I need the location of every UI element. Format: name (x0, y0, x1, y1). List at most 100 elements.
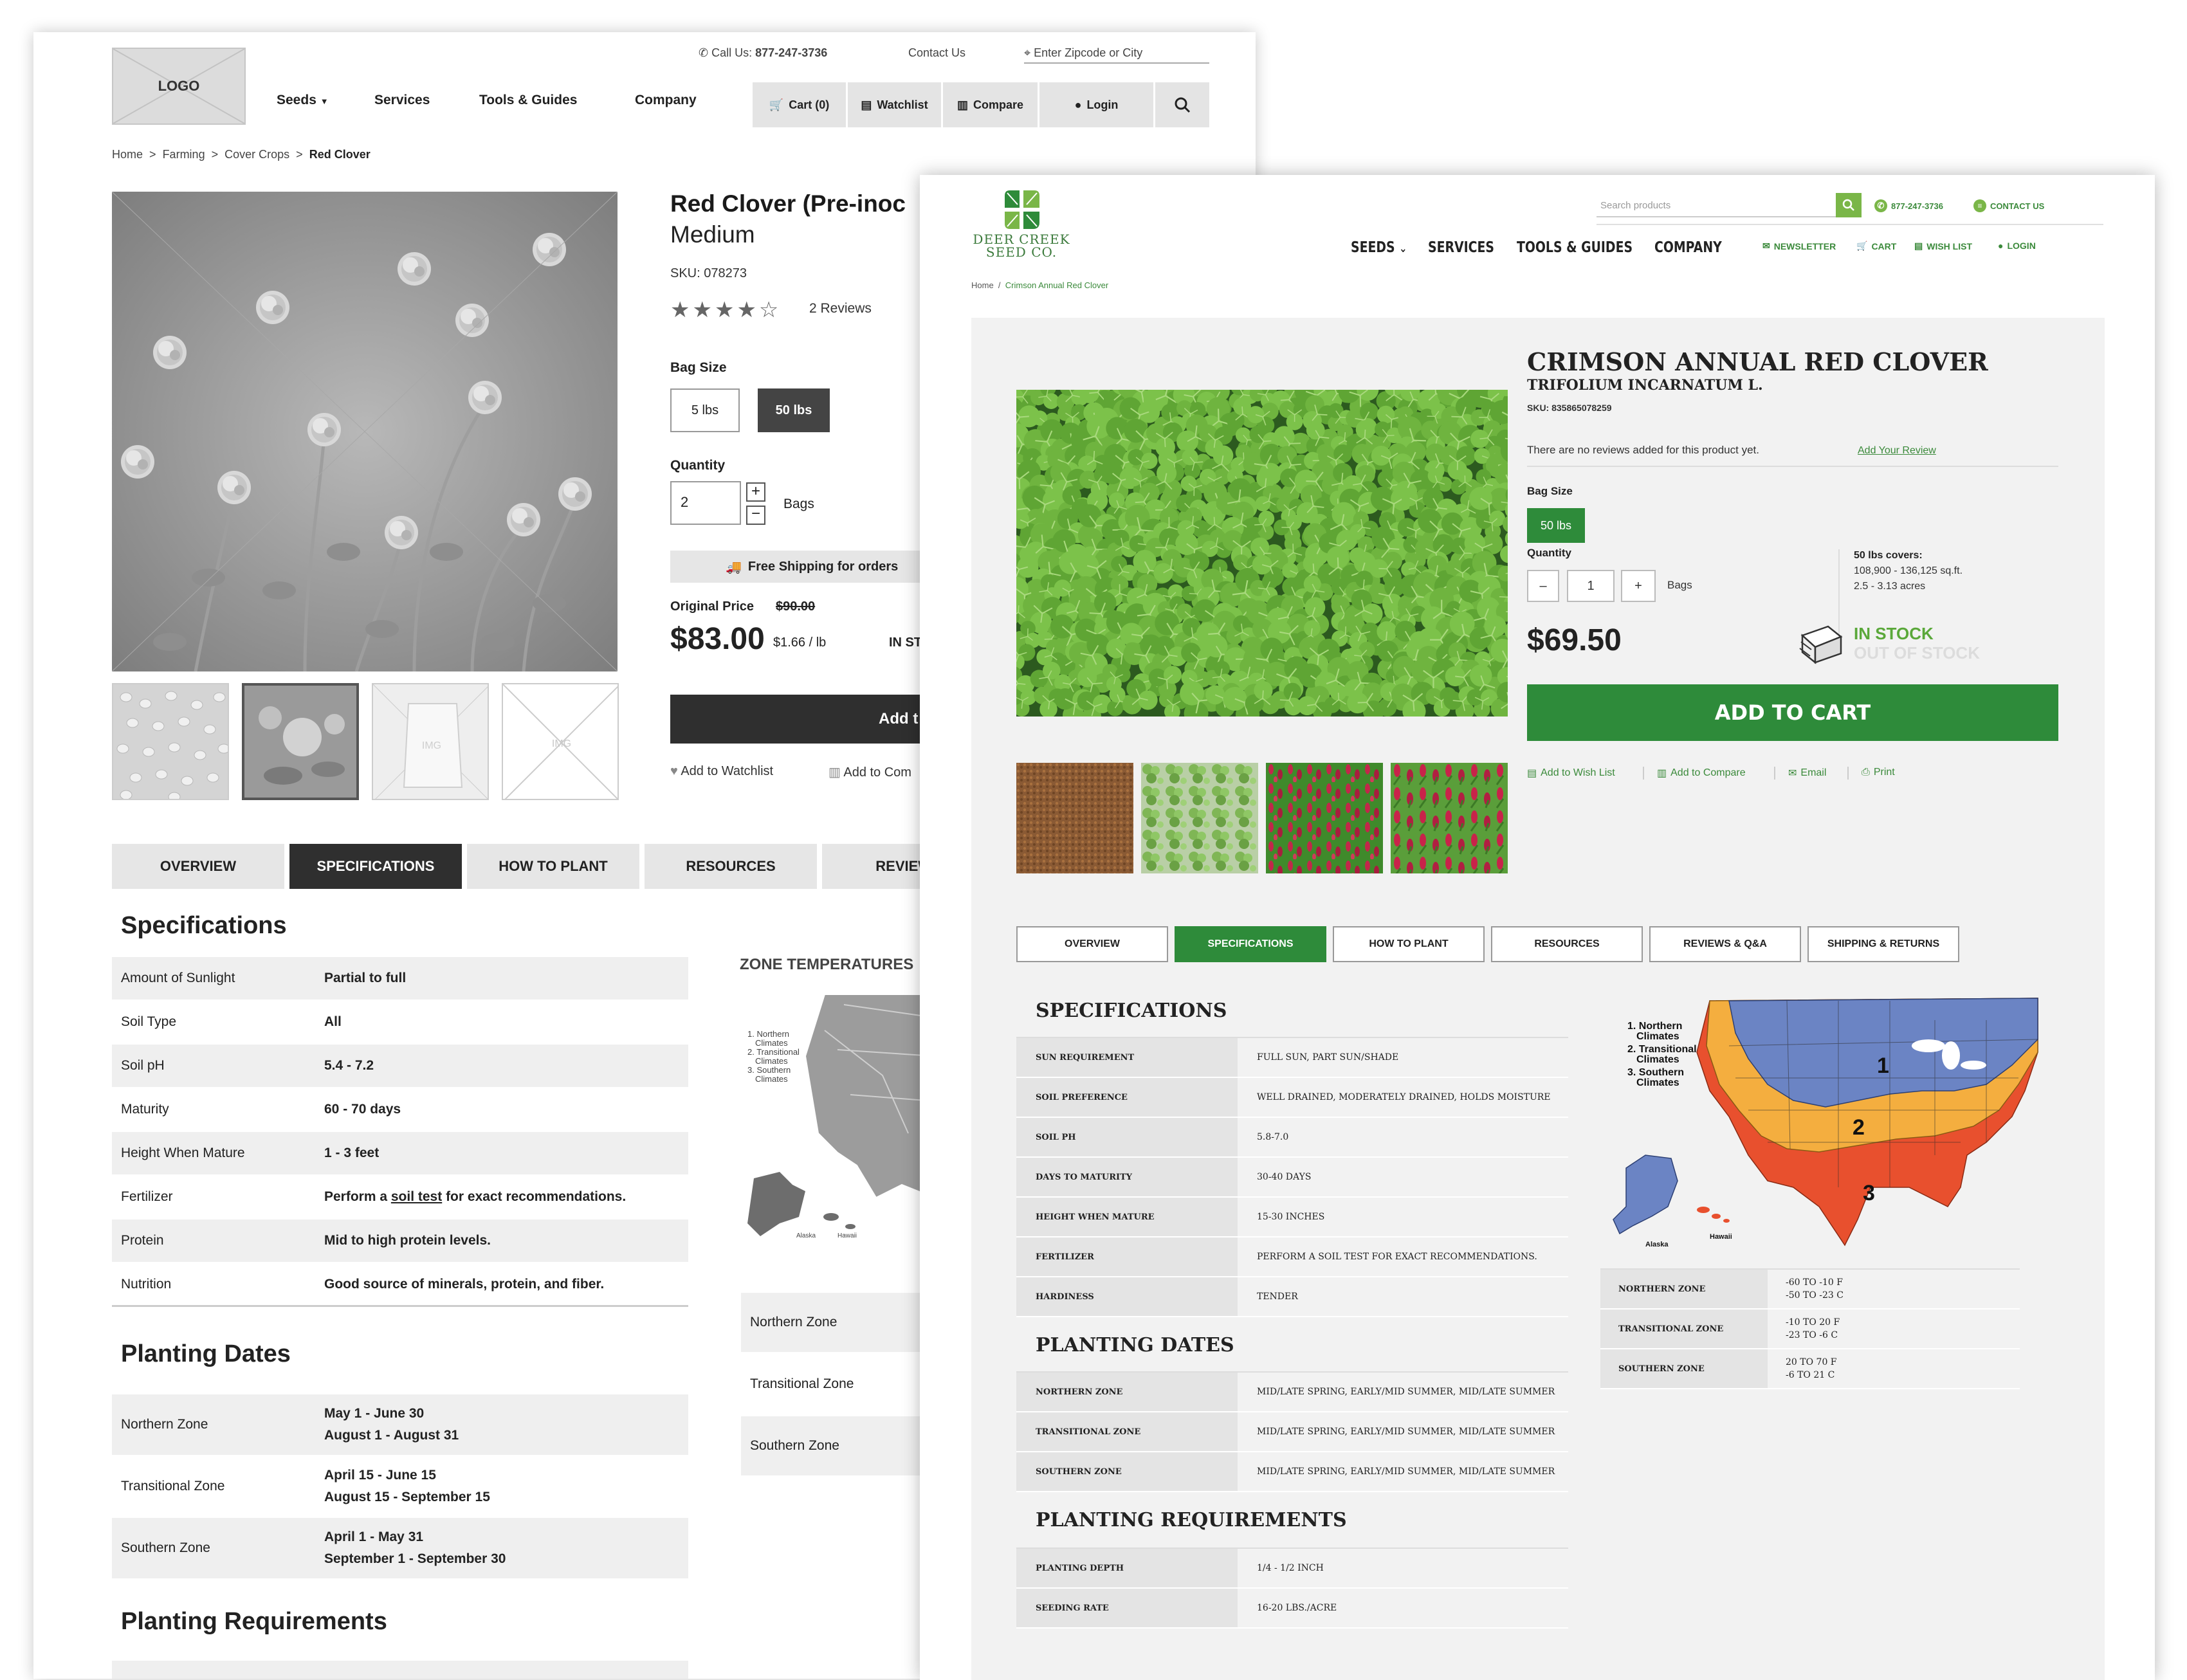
no-reviews-text: There are no reviews added for this prod… (1527, 444, 1759, 456)
product-hero-image[interactable] (112, 192, 618, 671)
bag-size-50lbs[interactable]: 50 lbs (1527, 508, 1585, 543)
contact-us-link[interactable]: Contact Us (908, 46, 965, 60)
reviews-count[interactable]: 2 Reviews (809, 301, 872, 316)
quantity-minus-button[interactable]: − (746, 506, 765, 525)
table-row: DAYS TO MATURITY 30-40 DAYS (1016, 1158, 1568, 1198)
email-link[interactable]: ✉ Email (1788, 767, 1826, 780)
add-to-cart-button[interactable]: ADD TO CART (1527, 684, 2058, 741)
add-to-wish-list-link[interactable]: ▤ Add to Wish List (1527, 767, 1615, 780)
nav-seeds[interactable]: Seeds ▼ (277, 93, 329, 108)
tab-resources[interactable]: RESOURCES (1491, 926, 1643, 962)
table-row: NORTHERN ZONE MID/LATE SPRING, EARLY/MID … (1016, 1373, 1568, 1412)
quantity-input[interactable]: 2 (670, 481, 741, 525)
nav-tools-guides[interactable]: TOOLS & GUIDES (1517, 239, 1633, 256)
specifications-heading: SPECIFICATIONS (1036, 1000, 1227, 1022)
crumb-cover-crops[interactable]: Cover Crops (224, 148, 289, 161)
user-icon: ● (1074, 98, 1082, 111)
add-to-watchlist-link[interactable]: ♥ Add to Watchlist (670, 764, 773, 779)
tab-specifications[interactable]: SPECIFICATIONS (289, 844, 462, 889)
specifications-table: SUN REQUIREMENT FULL SUN, PART SUN/SHADE … (1016, 1037, 1568, 1317)
search-button[interactable] (1836, 193, 1862, 217)
crumb-home[interactable]: Home (971, 280, 994, 290)
tab-how-to-plant[interactable]: HOW TO PLANT (1333, 926, 1485, 962)
table-row: SEEDING RATE 16-20 LBS./ACRE (1016, 1589, 1568, 1629)
deer-creek-logo[interactable]: DEER CREEK SEED CO. (970, 188, 1073, 264)
login-button[interactable]: ● Login (1039, 82, 1155, 127)
add-to-cart-button[interactable]: Add t (670, 695, 940, 744)
cart-button[interactable]: 🛒 Cart (0) (753, 82, 848, 127)
planting-dates-table: Northern Zone May 1 - June 30 August 1 - A… (112, 1394, 688, 1580)
thumbnail-seedlings[interactable] (1141, 763, 1258, 873)
printer-icon: ⎙ (1862, 767, 1870, 778)
compare-button[interactable]: ▥ Compare (943, 82, 1039, 127)
call-us[interactable]: ✆ Call Us: 877-247-3736 (699, 46, 827, 60)
rating-stars[interactable]: ★★★★☆ (670, 297, 781, 323)
cart-link[interactable]: 🛒 CART (1856, 241, 1896, 251)
quantity-unit: Bags (783, 497, 814, 511)
wish-list-link[interactable]: ▤ WISH LIST (1914, 241, 1972, 251)
tab-how-to-plant[interactable]: HOW TO PLANT (467, 844, 639, 889)
tab-specifications[interactable]: SPECIFICATIONS (1175, 926, 1326, 962)
bag-size-50lbs[interactable]: 50 lbs (758, 388, 830, 432)
specifications-table: Amount of Sunlight Partial to full Soil T… (112, 957, 688, 1307)
thumbnail-seeds[interactable] (1016, 763, 1133, 873)
add-to-compare-link[interactable]: ▥ Add to Com (828, 764, 911, 780)
review-divider (1527, 466, 2058, 467)
quantity-plus-button[interactable]: + (1621, 570, 1656, 602)
tab-shipping-returns[interactable]: SHIPPING & RETURNS (1807, 926, 1959, 962)
thumbnail-crimson-flowers[interactable] (1391, 763, 1508, 873)
crumb-home[interactable]: Home (112, 148, 143, 161)
quantity-label: Quantity (670, 458, 726, 473)
table-row: TRANSITIONAL ZONE MID/LATE SPRING, EARLY/… (1016, 1412, 1568, 1452)
thumbnail-crimson-field[interactable] (1266, 763, 1383, 873)
truck-icon: 🚚 (726, 560, 742, 574)
quantity-plus-button[interactable]: + (746, 482, 765, 502)
search-input[interactable]: Search products (1597, 194, 1841, 217)
quantity-input[interactable]: 1 (1567, 570, 1615, 602)
newsletter-link[interactable]: ✉ NEWSLETTER (1762, 241, 1836, 251)
zone-row-northern: Northern Zone (741, 1293, 934, 1352)
bar-chart-icon: ▥ (956, 98, 968, 111)
wireframe-logo[interactable]: LOGO (112, 48, 246, 125)
tab-reviews-qa[interactable]: REVIEWS & Q&A (1649, 926, 1801, 962)
quantity-minus-button[interactable]: – (1527, 570, 1559, 602)
table-row: SOIL PH 5.8-7.0 (1016, 1118, 1568, 1158)
phone-link[interactable]: ✆ 877-247-3736 (1874, 199, 1943, 212)
product-latin-name: TRIFOLIUM INCARNATUM L. (1527, 377, 1763, 394)
nav-seeds[interactable]: SEEDS ⌄ (1351, 239, 1407, 256)
add-to-compare-link[interactable]: ▥ Add to Compare (1657, 767, 1746, 780)
soil-test-link[interactable]: soil test (391, 1189, 442, 1204)
tab-overview[interactable]: OVERVIEW (112, 844, 284, 889)
product-title: Red Clover (Pre-inoc (670, 190, 906, 217)
table-row: Southern Zone April 1 - May 31 September 1… (112, 1518, 688, 1580)
heart-icon: ♥ (670, 764, 678, 778)
tab-overview[interactable]: OVERVIEW (1016, 926, 1168, 962)
print-link[interactable]: ⎙ Print (1862, 767, 1895, 778)
login-link[interactable]: ● LOGIN (1998, 241, 2036, 251)
nav-services[interactable]: Services (374, 93, 430, 108)
coverage-info: 50 lbs covers: 108,900 - 136,125 sq.ft. … (1854, 550, 1963, 592)
svg-text:1. Northern: 1. Northern (1627, 1021, 1682, 1032)
nav-company[interactable]: COMPANY (1654, 239, 1722, 256)
nav-company[interactable]: Company (635, 93, 697, 108)
watchlist-button[interactable]: ▤ Watchlist (848, 82, 943, 127)
thumbnail-flowers-selected[interactable] (242, 683, 359, 800)
nav-tools-guides[interactable]: Tools & Guides (479, 93, 577, 108)
add-review-link[interactable]: Add Your Review (1858, 445, 1936, 457)
thumbnail-seeds[interactable] (112, 683, 229, 800)
thumbnail-placeholder[interactable]: IMG (502, 683, 619, 800)
img-placeholder-label: IMG (552, 738, 571, 749)
thumbnail-bag[interactable]: IMG (372, 683, 489, 800)
zipcode-input[interactable]: ⌖ Enter Zipcode or City (1024, 46, 1209, 64)
crumb-farming[interactable]: Farming (163, 148, 205, 161)
product-title: CRIMSON ANNUAL RED CLOVER (1527, 347, 1988, 376)
product-main-image[interactable] (1016, 390, 1508, 717)
action-separator (1774, 767, 1775, 780)
svg-text:Climates: Climates (1636, 1077, 1679, 1088)
nav-services[interactable]: SERVICES (1428, 239, 1494, 256)
search-button[interactable] (1155, 82, 1209, 127)
table-row: HARDINESS TENDER (1016, 1277, 1568, 1317)
bag-size-5lbs[interactable]: 5 lbs (670, 388, 740, 432)
tab-resources[interactable]: RESOURCES (645, 844, 817, 889)
contact-us-link[interactable]: ≡ CONTACT US (1973, 199, 2044, 212)
